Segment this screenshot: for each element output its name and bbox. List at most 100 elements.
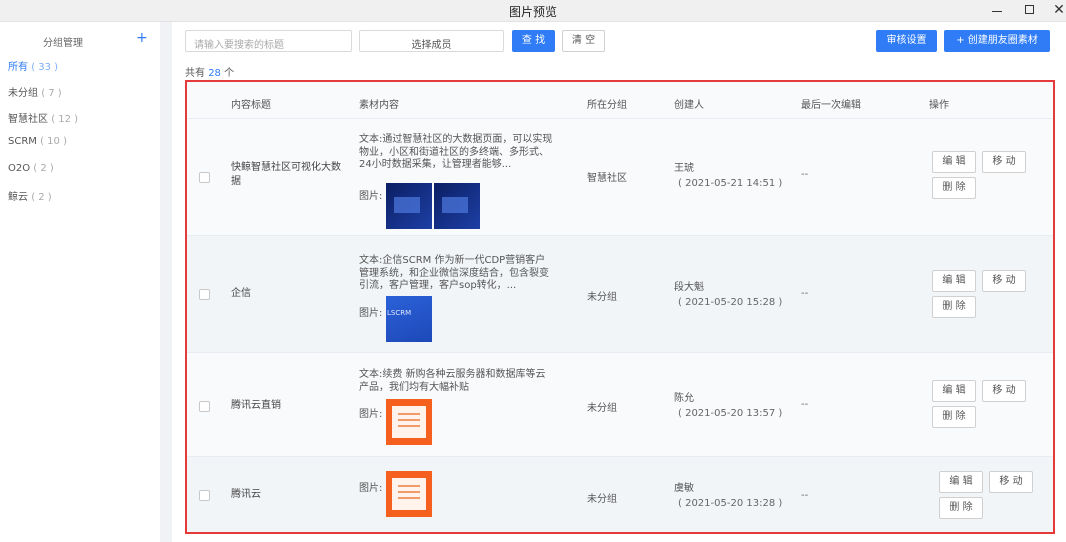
creator-time: ( 2021-05-20 13:57 ) [678,408,783,419]
table-row: 企信 文本:企信SCRM 作为新一代CDP营销客户管理系统，和企业微信深度结合，… [187,235,1053,352]
row-image-thumbnail[interactable]: LSCRM [386,296,432,342]
header-actions: 操作 [929,100,949,111]
sidebar-item-all[interactable]: 所有 ( 33 ) [8,58,58,73]
window-titlebar: 图片预览 ✕ [0,0,1066,22]
row-checkbox[interactable] [199,172,210,183]
image-label: 图片: [359,308,383,319]
sidebar-header: 分组管理 [43,38,83,49]
total-suffix: 个 [224,68,235,79]
table-row: 快鲸智慧社区可视化大数据 文本:通过智慧社区的大数据页面，可以实现物业，小区和街… [187,118,1053,235]
total-number: 28 [208,68,221,79]
row-text: 文本:续费 新购各种云服务器和数据库等云产品，我们均有大幅补贴 [359,369,555,394]
minimize-icon[interactable] [988,1,1006,19]
sidebar-item-ungrouped[interactable]: 未分组 ( 7 ) [8,84,62,99]
row-title: 腾讯云 [231,489,261,500]
sidebar-item-count: ( 10 ) [40,136,67,147]
window-title: 图片预览 [508,5,557,19]
header-group: 所在分组 [587,100,627,111]
add-group-icon[interactable]: + [136,30,148,46]
sidebar-item-scrm[interactable]: SCRM ( 10 ) [8,136,67,147]
sidebar-item-smart-community[interactable]: 智慧社区 ( 12 ) [8,110,78,125]
row-group: 未分组 [587,403,617,414]
row-checkbox[interactable] [199,490,210,501]
header-content: 素材内容 [359,100,399,111]
text-label: 文本: [359,369,383,380]
row-image-thumbnail[interactable] [386,183,432,229]
create-moments-material-button[interactable]: + 创建朋友圈素材 [944,30,1050,52]
row-group: 未分组 [587,494,617,505]
row-last-edit: -- [801,169,809,180]
text-label: 文本: [359,255,383,266]
row-checkbox[interactable] [199,401,210,412]
maximize-icon[interactable] [1020,1,1038,19]
total-count: 共有 28 个 [185,64,234,79]
row-image-thumbnail[interactable] [434,183,480,229]
row-last-edit: -- [801,288,809,299]
total-prefix: 共有 [185,68,205,79]
sidebar-item-count: ( 2 ) [31,192,52,203]
sidebar-item-o2o[interactable]: O2O ( 2 ) [8,163,54,174]
delete-button[interactable]: 删 除 [932,406,976,428]
row-group: 智慧社区 [587,173,627,184]
edit-button[interactable]: 编 辑 [932,270,976,292]
row-text-value: 企信SCRM 作为新一代CDP营销客户管理系统，和企业微信深度结合，包含裂变引流… [359,255,549,291]
row-checkbox[interactable] [199,289,210,300]
edit-button[interactable]: 编 辑 [939,471,983,493]
table-row: 腾讯云直销 文本:续费 新购各种云服务器和数据库等云产品，我们均有大幅补贴 图片… [187,352,1053,456]
sidebar-item-jingyun[interactable]: 鲸云 ( 2 ) [8,188,52,203]
row-image-thumbnail[interactable] [386,471,432,517]
clear-button[interactable]: 清 空 [562,30,605,52]
sidebar-item-label: SCRM [8,136,37,147]
row-text-value: 续费 新购各种云服务器和数据库等云产品，我们均有大幅补贴 [359,369,546,393]
creator-time: ( 2021-05-21 14:51 ) [678,178,783,189]
header-title: 内容标题 [231,100,271,111]
image-label: 图片: [359,483,383,494]
sidebar-item-label: 鲸云 [8,192,28,203]
sidebar-item-count: ( 12 ) [51,114,79,125]
creator-name: 王琥 [674,163,694,174]
sidebar-item-label: 未分组 [8,88,38,99]
text-label: 文本: [359,134,383,145]
close-icon[interactable]: ✕ [1050,1,1066,19]
row-title: 腾讯云直销 [231,400,281,411]
sidebar-item-label: O2O [8,163,31,174]
sidebar-item-count: ( 7 ) [41,88,62,99]
search-button[interactable]: 查 找 [512,30,555,52]
delete-button[interactable]: 删 除 [939,497,983,519]
table-row: 腾讯云 图片: 未分组 虞敏 ( 2021-05-20 13:28 ) -- 编… [187,456,1053,532]
review-settings-button[interactable]: 审核设置 [876,30,937,52]
row-image-thumbnail[interactable] [386,399,432,445]
creator-time: ( 2021-05-20 13:28 ) [678,498,783,509]
row-text: 文本:企信SCRM 作为新一代CDP营销客户管理系统，和企业微信深度结合，包含裂… [359,255,555,293]
group-sidebar: 分组管理 + 所有 ( 33 ) 未分组 ( 7 ) 智慧社区 ( 12 ) S… [0,22,160,542]
row-title: 快鲸智慧社区可视化大数据 [231,162,341,187]
creator-name: 段大魁 [674,282,704,293]
row-text-value: 通过智慧社区的大数据页面，可以实现物业，小区和街道社区的多终端、多形式、24小时… [359,134,553,170]
edit-button[interactable]: 编 辑 [932,151,976,173]
row-creator: 陈允 ( 2021-05-20 13:57 ) [674,391,782,421]
creator-name: 虞敏 [674,483,694,494]
creator-name: 陈允 [674,393,694,404]
delete-button[interactable]: 删 除 [932,296,976,318]
row-creator: 王琥 ( 2021-05-21 14:51 ) [674,161,782,191]
move-button[interactable]: 移 动 [982,380,1026,402]
sidebar-item-label: 智慧社区 [8,114,48,125]
move-button[interactable]: 移 动 [989,471,1033,493]
sidebar-item-count: ( 33 ) [31,62,59,73]
row-last-edit: -- [801,490,809,501]
row-creator: 段大魁 ( 2021-05-20 15:28 ) [674,280,782,310]
sidebar-item-label: 所有 [8,62,28,73]
row-last-edit: -- [801,399,809,410]
material-table: 内容标题 素材内容 所在分组 创建人 最后一次编辑 操作 快鲸智慧社区可视化大数… [185,80,1055,534]
edit-button[interactable]: 编 辑 [932,380,976,402]
image-label: 图片: [359,409,383,420]
move-button[interactable]: 移 动 [982,270,1026,292]
row-creator: 虞敏 ( 2021-05-20 13:28 ) [674,481,782,511]
search-input[interactable]: 请输入要搜索的标题 [185,30,352,52]
member-select[interactable]: 选择成员 [359,30,504,52]
creator-time: ( 2021-05-20 15:28 ) [678,297,783,308]
main-panel: 请输入要搜索的标题 选择成员 查 找 清 空 审核设置 + 创建朋友圈素材 共有… [172,22,1066,542]
header-creator: 创建人 [674,100,704,111]
move-button[interactable]: 移 动 [982,151,1026,173]
delete-button[interactable]: 删 除 [932,177,976,199]
